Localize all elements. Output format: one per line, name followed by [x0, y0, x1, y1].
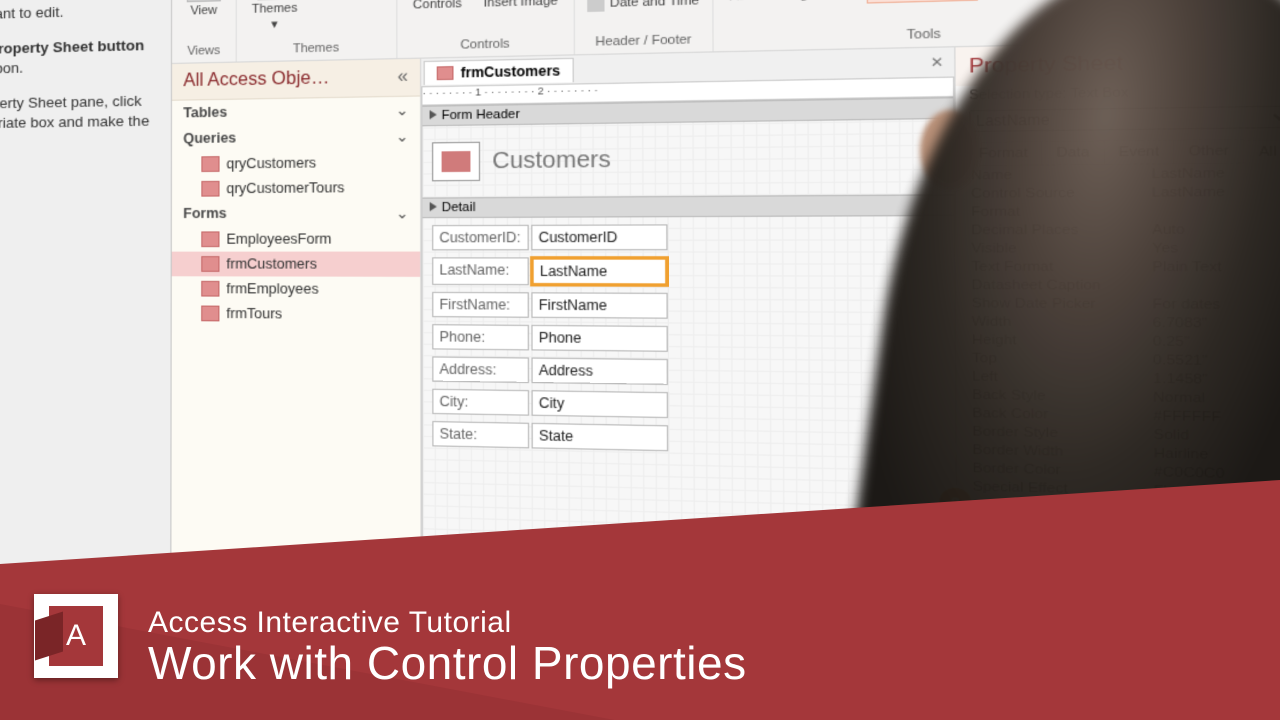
query-icon [201, 181, 219, 197]
banner-title: Work with Control Properties [148, 636, 747, 690]
group-controls: Controls Insert Image Controls [397, 0, 575, 58]
field-label[interactable]: Address: [432, 356, 529, 383]
nav-item-qrycustomers[interactable]: qryCustomers [172, 149, 420, 176]
nav-item-frmemployees[interactable]: frmEmployees [172, 276, 420, 302]
form-title-control[interactable]: Customers [492, 147, 611, 175]
group-label-headerfooter: Header / Footer [585, 30, 702, 49]
form-logo-control[interactable] [432, 142, 480, 182]
controls-gallery-button[interactable]: Controls [407, 0, 468, 16]
step-3: 3 In the Property Sheet pane, click the … [0, 91, 155, 155]
step-1: 1 In Design View, select the control tha… [0, 0, 155, 26]
nav-group-forms[interactable]: Forms⌄ [172, 200, 420, 227]
field-control[interactable]: CustomerID [531, 224, 667, 250]
form-icon [201, 256, 219, 272]
property-sheet-button[interactable]: Property Sheet [867, 0, 978, 4]
field-row: LastName:LastName [432, 257, 943, 286]
view-button[interactable]: View [181, 0, 226, 22]
field-label[interactable]: CustomerID: [432, 225, 529, 251]
date-time-icon [587, 0, 604, 12]
field-label[interactable]: Phone: [432, 324, 529, 350]
nav-collapse-icon[interactable]: « [398, 67, 409, 88]
field-control[interactable]: FirstName [531, 292, 667, 319]
field-control[interactable]: Phone [531, 325, 668, 352]
step-text-2: Click the Property Sheet button on the R… [0, 35, 155, 80]
step-2: 2 Click the Property Sheet button on the… [0, 35, 155, 81]
group-views: View Views [172, 0, 237, 63]
field-control[interactable]: State [532, 423, 669, 452]
access-app-badge: A [34, 594, 118, 678]
document-tab[interactable]: frmCustomers [424, 57, 574, 84]
field-row: FirstName:FirstName [432, 292, 943, 321]
insert-image-button[interactable]: Insert Image [477, 0, 564, 14]
field-control[interactable]: City [531, 390, 668, 418]
step-text-1: In Design View, select the control that … [0, 0, 155, 26]
title-banner: A Access Interactive Tutorial Work with … [0, 480, 1280, 720]
query-icon [201, 156, 219, 172]
nav-item-frmcustomers[interactable]: frmCustomers [172, 252, 420, 277]
document-close-button[interactable]: ✕ [920, 53, 955, 71]
nav-group-queries[interactable]: Queries⌄ [172, 123, 420, 152]
form-icon [201, 306, 219, 322]
nav-item-qrycustomertours[interactable]: qryCustomerTours [172, 175, 420, 202]
banner-subtitle: Access Interactive Tutorial [148, 606, 747, 640]
form-icon [201, 231, 219, 247]
group-label-views: Views [181, 42, 226, 59]
field-control[interactable]: LastName [531, 257, 667, 285]
nav-group-tables[interactable]: Tables⌄ [172, 97, 420, 127]
field-row: City:City [432, 389, 944, 423]
field-row: Phone:Phone [432, 324, 944, 355]
add-existing-fields-button[interactable]: Add Existing Fields [723, 0, 857, 7]
group-label-controls: Controls [407, 34, 564, 54]
field-control[interactable]: Address [531, 357, 668, 385]
date-time-button[interactable]: Date and Time [585, 0, 702, 13]
field-label[interactable]: City: [432, 389, 529, 416]
field-label[interactable]: State: [432, 421, 529, 448]
field-label[interactable]: FirstName: [432, 292, 529, 318]
themes-button[interactable]: Themes▾ [246, 0, 303, 36]
field-row: CustomerID:CustomerID [432, 223, 943, 250]
form-icon [201, 281, 219, 297]
group-themes: Themes▾ Colors▾ Fonts▾ Themes [237, 0, 398, 62]
group-label-themes: Themes [246, 38, 387, 57]
view-icon [187, 0, 221, 2]
form-icon [437, 65, 454, 79]
nav-item-frmtours[interactable]: frmTours [172, 301, 421, 328]
group-header-footer: Logo Title Date and Time Header / Footer [575, 0, 713, 54]
nav-item-employeesform[interactable]: EmployeesForm [172, 226, 420, 251]
field-label[interactable]: LastName: [432, 257, 529, 285]
section-detail[interactable]: Detail [423, 194, 954, 218]
step-text-3: In the Property Sheet pane, click the ap… [0, 91, 155, 154]
field-row: Address:Address [432, 356, 944, 388]
nav-header[interactable]: All Access Obje…« [172, 59, 420, 101]
